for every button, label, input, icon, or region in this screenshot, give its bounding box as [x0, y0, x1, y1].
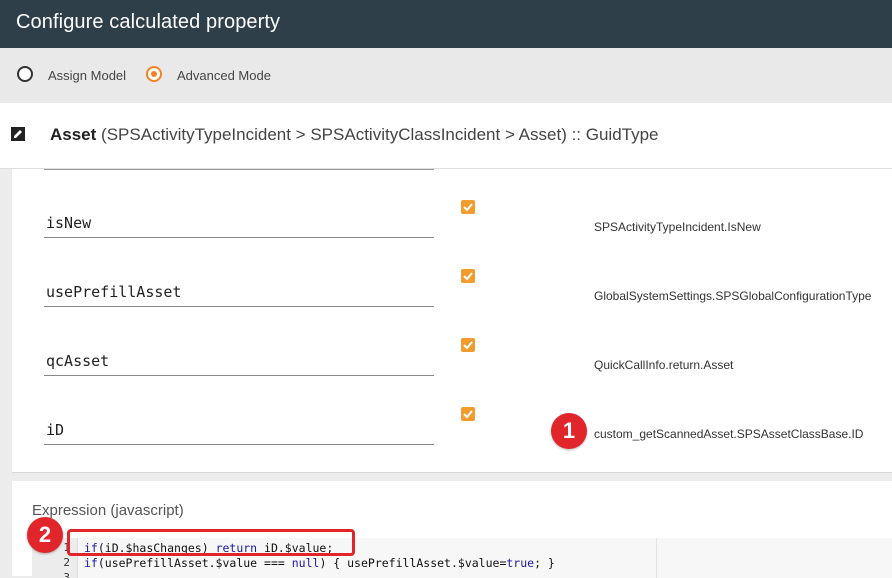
- property-name: qcAsset: [46, 352, 110, 370]
- line-number: 3: [63, 571, 70, 578]
- property-checkbox-qcasset[interactable]: [461, 338, 475, 352]
- property-field-id[interactable]: iD: [44, 417, 434, 445]
- check-icon: [463, 203, 473, 212]
- property-name: usePrefillAsset: [46, 283, 182, 301]
- edit-icon[interactable]: [11, 127, 25, 141]
- entity-name: Asset: [50, 125, 97, 144]
- code-keyword: null: [291, 556, 320, 570]
- code-keyword: if: [84, 556, 98, 570]
- dialog-title: Configure calculated property: [16, 11, 281, 33]
- assign-model-label[interactable]: Assign Model: [48, 68, 126, 83]
- annotation-badge-1: 1: [551, 413, 587, 449]
- divider: [44, 169, 434, 170]
- print-margin: [656, 538, 657, 578]
- check-icon: [463, 341, 473, 350]
- advanced-mode-radio[interactable]: [146, 66, 162, 82]
- annotation-badge-2: 2: [27, 517, 63, 553]
- entity-path: (SPSActivityTypeIncident > SPSActivityCl…: [101, 125, 659, 144]
- property-path: Asset (SPSActivityTypeIncident > SPSActi…: [50, 125, 659, 145]
- assign-model-radio[interactable]: [17, 66, 33, 82]
- code-keyword: true: [506, 556, 535, 570]
- property-source: SPSActivityTypeIncident.IsNew: [594, 220, 761, 234]
- property-source: GlobalSystemSettings.SPSGlobalConfigurat…: [594, 289, 872, 303]
- property-name: iD: [46, 421, 65, 439]
- dialog-titlebar: Configure calculated property: [0, 0, 892, 48]
- property-checkbox-id[interactable]: [461, 407, 475, 421]
- code-text: ; }: [534, 556, 555, 570]
- code-line-2[interactable]: if(usePrefillAsset.$value === null) { us…: [84, 556, 555, 570]
- properties-panel: isNew SPSActivityTypeIncident.IsNew useP…: [12, 169, 892, 473]
- property-field-qcasset[interactable]: qcAsset: [44, 348, 434, 376]
- check-icon: [463, 410, 473, 419]
- property-source: QuickCallInfo.return.Asset: [594, 358, 734, 372]
- advanced-mode-label[interactable]: Advanced Mode: [177, 68, 271, 83]
- check-icon: [463, 272, 473, 281]
- property-checkbox-isnew[interactable]: [461, 200, 475, 214]
- property-source: custom_getScannedAsset.SPSAssetClassBase…: [594, 427, 864, 441]
- property-field-useprefillasset[interactable]: usePrefillAsset: [44, 279, 434, 307]
- line-number: 2: [63, 556, 70, 569]
- property-checkbox-useprefillasset[interactable]: [461, 269, 475, 283]
- expression-label: Expression (javascript): [32, 502, 184, 519]
- mode-selector: Assign Model Advanced Mode: [0, 48, 892, 103]
- code-text: (usePrefillAsset.$value ===: [97, 556, 292, 570]
- annotation-highlight: [67, 529, 355, 556]
- property-name: isNew: [46, 214, 92, 232]
- code-text: ) { usePrefillAsset.$value=: [319, 556, 507, 570]
- property-field-isnew[interactable]: isNew: [44, 210, 434, 238]
- property-header: Asset (SPSActivityTypeIncident > SPSActi…: [0, 103, 892, 169]
